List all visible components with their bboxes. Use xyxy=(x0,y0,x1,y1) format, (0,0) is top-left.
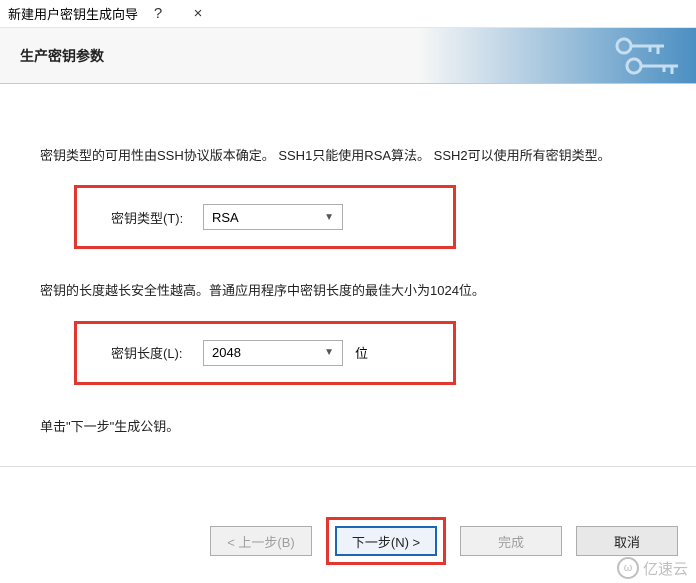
watermark-text: 亿速云 xyxy=(643,558,688,579)
key-type-description: 密钥类型的可用性由SSH协议版本确定。 SSH1只能使用RSA算法。 SSH2可… xyxy=(40,144,664,167)
key-length-unit: 位 xyxy=(355,343,368,362)
keys-icon xyxy=(610,34,690,78)
chevron-down-icon: ▼ xyxy=(324,347,334,358)
divider xyxy=(0,466,696,467)
back-button: < 上一步(B) xyxy=(210,526,312,556)
key-type-select[interactable]: RSA ▼ xyxy=(203,204,343,230)
next-button-highlight: 下一步(N) > xyxy=(326,517,446,565)
next-step-hint: 单击"下一步"生成公钥。 xyxy=(40,415,664,438)
finish-button: 完成 xyxy=(460,526,562,556)
page-title: 生产密钥参数 xyxy=(20,46,104,66)
next-button[interactable]: 下一步(N) > xyxy=(335,526,437,556)
key-length-label: 密钥长度(L): xyxy=(111,343,203,362)
key-length-description: 密钥的长度越长安全性越高。普通应用程序中密钥长度的最佳大小为1024位。 xyxy=(40,279,664,302)
chevron-down-icon: ▼ xyxy=(324,212,334,223)
cancel-button[interactable]: 取消 xyxy=(576,526,678,556)
close-button[interactable]: × xyxy=(178,5,218,22)
key-length-row: 密钥长度(L): 2048 ▼ 位 xyxy=(74,321,456,385)
watermark-logo-icon: ω xyxy=(617,557,639,579)
wizard-header: 生产密钥参数 xyxy=(0,28,696,84)
key-length-value: 2048 xyxy=(212,345,241,360)
title-bar: 新建用户密钥生成向导 ? × xyxy=(0,0,696,28)
key-length-select[interactable]: 2048 ▼ xyxy=(203,340,343,366)
content-area: 密钥类型的可用性由SSH协议版本确定。 SSH1只能使用RSA算法。 SSH2可… xyxy=(0,84,696,438)
watermark: ω 亿速云 xyxy=(617,557,688,579)
wizard-footer: < 上一步(B) 下一步(N) > 完成 取消 xyxy=(0,517,696,565)
window-title: 新建用户密钥生成向导 xyxy=(8,4,138,23)
help-button[interactable]: ? xyxy=(138,5,178,22)
key-type-label: 密钥类型(T): xyxy=(111,208,203,227)
key-type-row: 密钥类型(T): RSA ▼ xyxy=(74,185,456,249)
key-type-value: RSA xyxy=(212,210,239,225)
